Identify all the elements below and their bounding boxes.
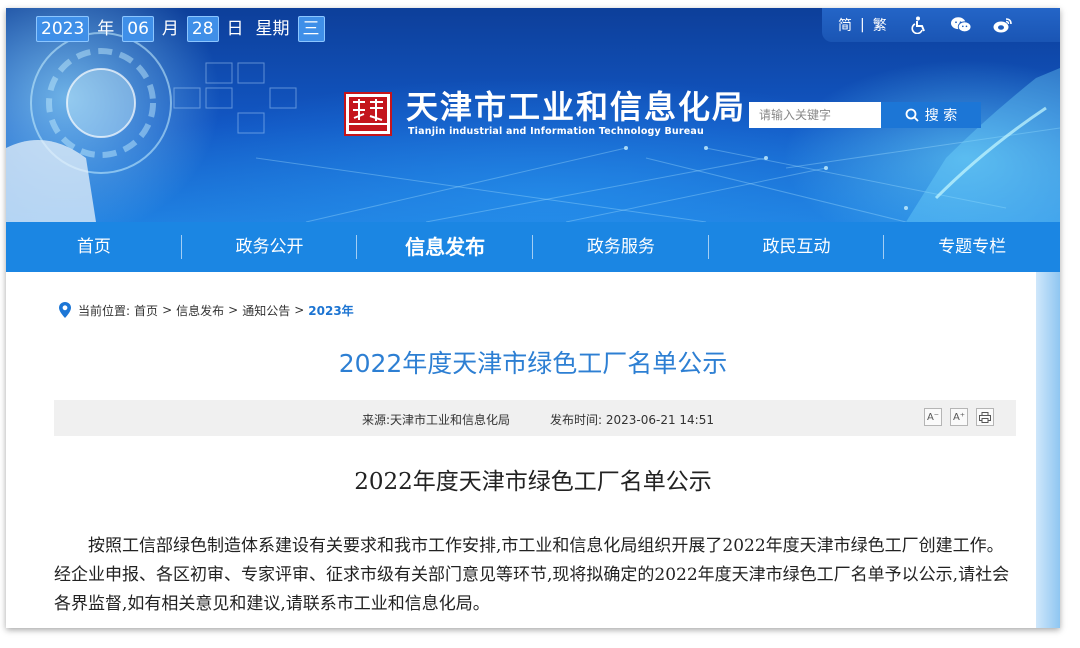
breadcrumb-news-release[interactable]: 信息发布 bbox=[176, 302, 224, 319]
font-smaller-button[interactable]: A⁻ bbox=[924, 408, 942, 426]
site-subtitle: Tianjin industrial and Information Techn… bbox=[408, 126, 704, 137]
nav-item-home[interactable]: 首页 bbox=[6, 222, 182, 272]
wechat-icon[interactable] bbox=[950, 15, 971, 35]
page-title: 2022年度天津市绿色工厂名单公示 bbox=[338, 349, 728, 378]
breadcrumb-separator: > bbox=[162, 303, 173, 317]
location-pin-icon bbox=[59, 302, 71, 318]
breadcrumb-prefix: 当前位置: bbox=[78, 303, 131, 318]
accessibility-icon[interactable] bbox=[909, 15, 929, 35]
header-banner: 2023 年 06 月 28 日 星期 三 简 | 繁 天津市工业和信息化局 T… bbox=[6, 8, 1060, 222]
font-larger-button[interactable]: A⁺ bbox=[950, 408, 968, 426]
header-tools: 简 | 繁 bbox=[822, 8, 1060, 42]
breadcrumb-current[interactable]: 2023年 bbox=[308, 302, 353, 319]
date-month-label: 月 bbox=[161, 19, 179, 39]
search-button[interactable]: 搜 索 bbox=[881, 102, 981, 128]
nav-item-label: 政民互动 bbox=[762, 237, 831, 257]
article-tools: A⁻ A⁺ bbox=[924, 408, 994, 426]
nav-item-label: 专题专栏 bbox=[938, 237, 1007, 257]
search-input[interactable] bbox=[749, 102, 881, 128]
tianjin-seal-logo[interactable] bbox=[344, 92, 392, 136]
date-year: 2023 bbox=[36, 16, 90, 42]
breadcrumb-separator: > bbox=[228, 303, 239, 317]
language-switch: 简 | 繁 bbox=[838, 15, 887, 35]
date-day-label: 日 bbox=[226, 19, 244, 39]
simplified-chinese-link[interactable]: 简 bbox=[838, 15, 852, 35]
article-paragraph: 按照工信部绿色制造体系建设有关要求和我市工作安排,市工业和信息化局组织开展了20… bbox=[54, 536, 1010, 614]
browser-page: 2023 年 06 月 28 日 星期 三 简 | 繁 天津市工业和信息化局 T… bbox=[6, 8, 1060, 628]
date-weekday: 三 bbox=[297, 16, 325, 42]
date-month: 06 bbox=[122, 16, 154, 42]
main-nav: 首页 政务公开 信息发布 政务服务 政民互动 专题专栏 bbox=[6, 222, 1060, 272]
breadcrumb-home[interactable]: 首页 bbox=[134, 302, 158, 319]
date-display: 2023 年 06 月 28 日 星期 三 bbox=[36, 16, 325, 42]
article-source: 来源:天津市工业和信息化局 bbox=[362, 413, 511, 427]
nav-item-label: 信息发布 bbox=[405, 235, 486, 259]
nav-item-label: 政务服务 bbox=[586, 237, 655, 257]
breadcrumb: 当前位置: 首页 > 信息发布 > 通知公告 > 2023年 bbox=[58, 301, 354, 319]
breadcrumb-notices[interactable]: 通知公告 bbox=[242, 302, 290, 319]
search-icon bbox=[905, 108, 919, 122]
traditional-chinese-link[interactable]: 繁 bbox=[873, 15, 887, 35]
side-decoration-strip bbox=[1036, 272, 1060, 628]
nav-item-government-services[interactable]: 政务服务 bbox=[533, 222, 709, 272]
nav-item-label: 首页 bbox=[76, 237, 111, 257]
weekday-label: 星期 bbox=[255, 19, 290, 39]
breadcrumb-separator: > bbox=[294, 303, 305, 317]
search-button-label: 搜 索 bbox=[924, 108, 958, 124]
site-title: 天津市工业和信息化局 bbox=[406, 88, 747, 126]
nav-item-government-affairs[interactable]: 政务公开 bbox=[182, 222, 358, 272]
nav-item-special-topics[interactable]: 专题专栏 bbox=[884, 222, 1060, 272]
article-title: 2022年度天津市绿色工厂名单公示 bbox=[354, 469, 712, 495]
nav-item-public-interaction[interactable]: 政民互动 bbox=[709, 222, 885, 272]
weibo-icon[interactable] bbox=[993, 15, 1013, 35]
date-year-label: 年 bbox=[97, 19, 115, 39]
language-divider: | bbox=[860, 17, 865, 33]
nav-item-label: 政务公开 bbox=[235, 237, 304, 257]
date-day: 28 bbox=[186, 16, 219, 42]
print-icon[interactable] bbox=[976, 408, 994, 426]
article-meta-bar: 来源:天津市工业和信息化局 发布时间: 2023-06-21 14:51 A⁻ … bbox=[54, 400, 1016, 436]
publish-time: 发布时间: 2023-06-21 14:51 bbox=[550, 413, 714, 427]
nav-item-news-release[interactable]: 信息发布 bbox=[357, 222, 534, 272]
